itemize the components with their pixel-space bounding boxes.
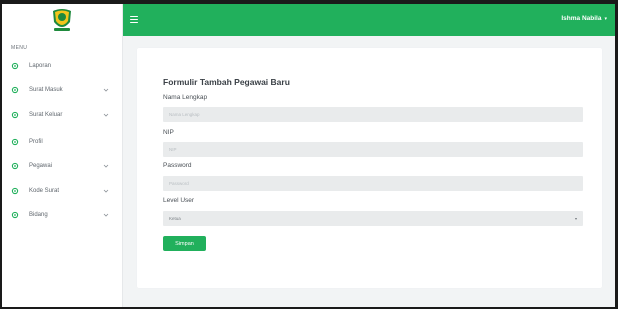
sidebar-item-label: Pegawai bbox=[29, 163, 53, 169]
sidebar-item-label: Surat Masuk bbox=[29, 87, 63, 93]
sidebar-item-pegawai[interactable]: Pegawai bbox=[2, 159, 123, 173]
chevron-down-icon[interactable] bbox=[102, 111, 110, 119]
sidebar-item-label: Surat Keluar bbox=[29, 112, 63, 118]
level-user-label: Level User bbox=[163, 197, 195, 204]
gear-icon bbox=[11, 211, 19, 219]
caret-down-icon: ▾ bbox=[604, 15, 607, 22]
chevron-down-icon[interactable] bbox=[102, 187, 110, 195]
sidebar-item-surat-keluar[interactable]: Surat Keluar bbox=[2, 108, 123, 122]
sidebar-item-label: Kode Surat bbox=[29, 188, 60, 194]
nama-lengkap-label: Nama Lengkap bbox=[163, 94, 208, 101]
gear-icon bbox=[11, 62, 19, 70]
sidebar-item-surat-masuk[interactable]: Surat Masuk bbox=[2, 83, 123, 97]
password-input[interactable] bbox=[163, 176, 583, 191]
gear-icon bbox=[11, 86, 19, 94]
sidebar-item-label: Profil bbox=[29, 139, 43, 145]
select-arrow-icon: ▾ bbox=[574, 216, 577, 221]
gear-icon bbox=[11, 111, 19, 119]
user-menu[interactable]: Ishma Nabila ▾ bbox=[561, 15, 607, 22]
chevron-down-icon[interactable] bbox=[102, 162, 110, 170]
sidebar-item-label: Bidang bbox=[29, 212, 48, 218]
sidebar: MENU Laporan Surat Masuk Surat Keluar Pr… bbox=[2, 4, 123, 307]
password-label: Password bbox=[163, 162, 192, 169]
top-navbar: Ishma Nabila ▾ bbox=[123, 4, 615, 36]
nip-label: NIP bbox=[163, 129, 174, 136]
gear-icon bbox=[11, 187, 19, 195]
form-card: Formulir Tambah Pegawai Baru Nama Lengka… bbox=[137, 48, 602, 288]
sidebar-item-kode-surat[interactable]: Kode Surat bbox=[2, 184, 123, 198]
level-user-selected: Ketua bbox=[169, 216, 181, 221]
save-button[interactable]: Simpan bbox=[163, 236, 206, 251]
brand[interactable] bbox=[2, 4, 122, 36]
sidebar-item-label: Laporan bbox=[29, 63, 52, 69]
hamburger-icon[interactable] bbox=[130, 16, 138, 23]
form-title: Formulir Tambah Pegawai Baru bbox=[163, 77, 290, 87]
app-window: MENU Laporan Surat Masuk Surat Keluar Pr… bbox=[2, 4, 615, 307]
level-user-select[interactable]: Ketua ▾ bbox=[163, 211, 583, 226]
menu-heading: MENU bbox=[11, 45, 28, 51]
nama-lengkap-input[interactable] bbox=[163, 107, 583, 122]
gear-icon bbox=[11, 162, 19, 170]
nip-input[interactable] bbox=[163, 142, 583, 157]
west-java-emblem-icon bbox=[53, 9, 71, 31]
sidebar-item-laporan[interactable]: Laporan bbox=[2, 59, 123, 73]
user-name: Ishma Nabila bbox=[561, 15, 602, 22]
sidebar-item-profil[interactable]: Profil bbox=[2, 135, 123, 149]
sidebar-item-bidang[interactable]: Bidang bbox=[2, 208, 123, 222]
chevron-down-icon[interactable] bbox=[102, 86, 110, 94]
gear-icon bbox=[11, 138, 19, 146]
chevron-down-icon[interactable] bbox=[102, 211, 110, 219]
